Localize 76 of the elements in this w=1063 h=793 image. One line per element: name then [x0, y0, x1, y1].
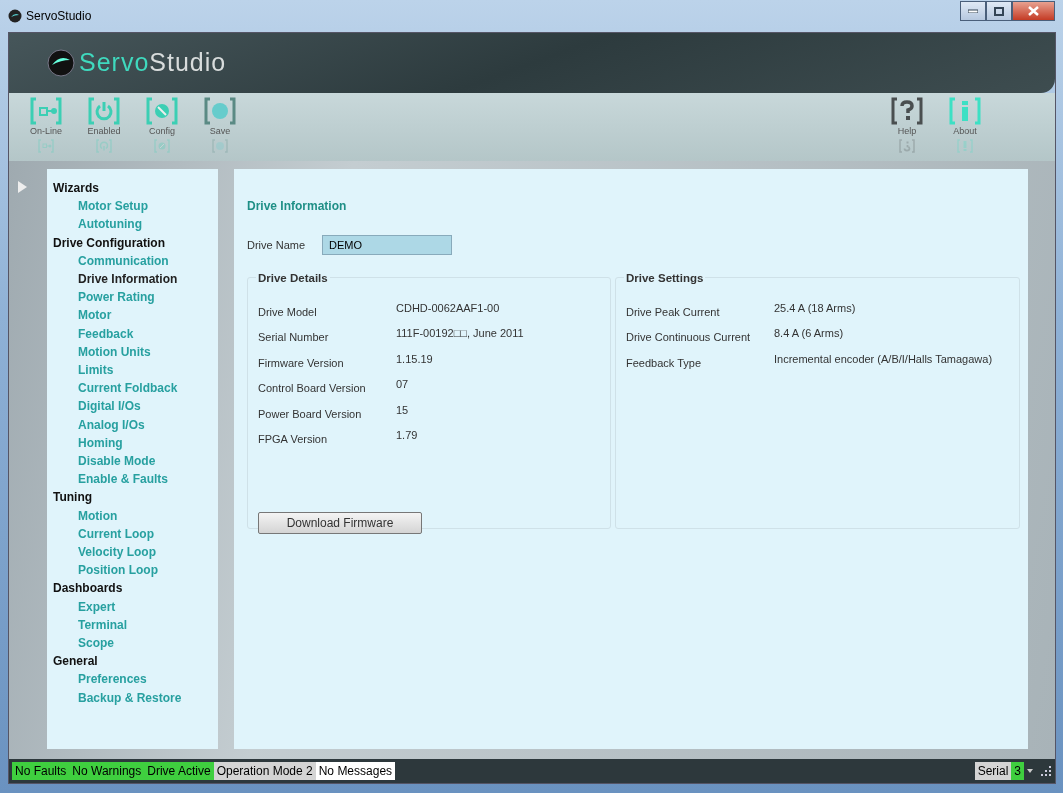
toolbar-button[interactable]: Save [195, 97, 245, 153]
sidebar-item[interactable]: Preferences [53, 670, 147, 689]
resize-grip-icon[interactable] [1041, 766, 1051, 776]
field-value: 15 [396, 402, 409, 418]
sidebar-section-title: Dashboards [53, 580, 124, 598]
sidebar-item[interactable]: Current Loop [53, 524, 154, 544]
field-value: CDHD-0062AAF1-00 [396, 301, 500, 316]
sidebar-item[interactable]: Motor [53, 306, 112, 325]
close-button[interactable] [1012, 1, 1055, 21]
field-value: 07 [396, 377, 409, 393]
sidebar-item[interactable]: Homing [53, 433, 123, 453]
status-segment: Serial [974, 762, 1012, 780]
status-segment: No Messages [315, 762, 396, 780]
sidebar-item[interactable]: Disable Mode [53, 452, 156, 471]
toolbar-button[interactable]: About [940, 97, 990, 153]
field-label: Feedback Type [626, 355, 702, 371]
sidebar-item[interactable]: Motion Units [53, 342, 151, 362]
toolbar-button[interactable]: Config [137, 97, 187, 153]
sidebar-item[interactable]: Terminal [53, 615, 128, 635]
close-icon [1028, 6, 1039, 16]
minimize-button[interactable] [960, 1, 986, 21]
field-label: Drive Peak Current [626, 305, 721, 320]
status-segment: Drive Active [144, 762, 214, 780]
field-label: Firmware Version [258, 355, 345, 371]
field-label: Drive Name [247, 237, 307, 253]
sidebar-item[interactable]: Enable & Faults [53, 470, 169, 489]
sidebar-item[interactable]: Backup & Restore [53, 688, 182, 707]
drive-name-field[interactable]: DEMO [322, 235, 452, 255]
field-value: 25.4 A (18 Arms) [774, 301, 856, 316]
maximize-icon [994, 6, 1004, 16]
toolbar-button[interactable]: Enabled [79, 97, 129, 153]
sidebar-item[interactable]: Limits [53, 361, 114, 380]
status-segment: No Faults [12, 762, 70, 780]
sidebar-item[interactable]: Motor Setup [53, 197, 148, 216]
sidebar-item[interactable]: Position Loop [53, 561, 158, 580]
dropdown-caret-icon[interactable] [1027, 769, 1033, 773]
sidebar-item[interactable]: Velocity Loop [53, 543, 156, 562]
toolbar-button[interactable]: On-Line [21, 97, 71, 153]
maximize-button[interactable] [986, 1, 1012, 21]
sidebar-item[interactable]: Feedback [53, 324, 134, 343]
sidebar-item[interactable]: Scope [53, 634, 114, 653]
sidebar-item[interactable]: Expert [53, 597, 116, 616]
field-label: Drive Model [258, 305, 318, 320]
page-title: Drive Information [247, 198, 348, 215]
field-label: Serial Number [258, 330, 330, 346]
sidebar-section-title: Drive Configuration [53, 234, 166, 252]
sidebar-item[interactable]: Communication [53, 251, 169, 270]
field-value: 1.79 [396, 427, 418, 443]
status-segment: Operation Mode 2 [213, 762, 316, 780]
field-label: Drive Continuous Current [626, 330, 752, 346]
field-value: 8.4 A (6 Arms) [774, 326, 844, 342]
field-value: Incremental encoder (A/B/I/Halls Tamagawa) [774, 351, 993, 367]
sidebar-section-title: Tuning [53, 489, 94, 507]
sidebar-item[interactable]: Analog I/Os [53, 415, 145, 434]
field-label: Control Board Version [258, 381, 367, 397]
sidebar-item[interactable]: Drive Information [53, 270, 178, 289]
sidebar-section-title: Wizards [53, 180, 100, 197]
field-value: 111F-00192□□, June 2011 [396, 326, 524, 342]
download-firmware-button[interactable]: Download Firmware [258, 512, 422, 535]
sidebar-item[interactable]: Current Foldback [53, 379, 178, 398]
logo-text: ServoStudio [79, 47, 227, 79]
logo-icon [47, 49, 75, 77]
minimize-icon [968, 9, 978, 13]
sidebar-section-title: General [53, 653, 99, 671]
sidebar-item[interactable]: Digital I/Os [53, 397, 141, 416]
sidebar-item[interactable]: Autotuning [53, 215, 142, 234]
status-segment: No Warnings [69, 762, 145, 780]
field-label: Power Board Version [258, 406, 363, 422]
field-label: FPGA Version [258, 431, 329, 447]
sidebar-item[interactable]: Power Rating [53, 288, 155, 307]
sidebar-item[interactable]: Motion [53, 506, 118, 525]
app-logo-icon [8, 9, 22, 23]
window-title: ServoStudio [26, 8, 92, 25]
toolbar-button[interactable]: Help [882, 97, 932, 153]
status-segment: 3 [1011, 762, 1024, 780]
field-value: 1.15.19 [396, 351, 433, 367]
